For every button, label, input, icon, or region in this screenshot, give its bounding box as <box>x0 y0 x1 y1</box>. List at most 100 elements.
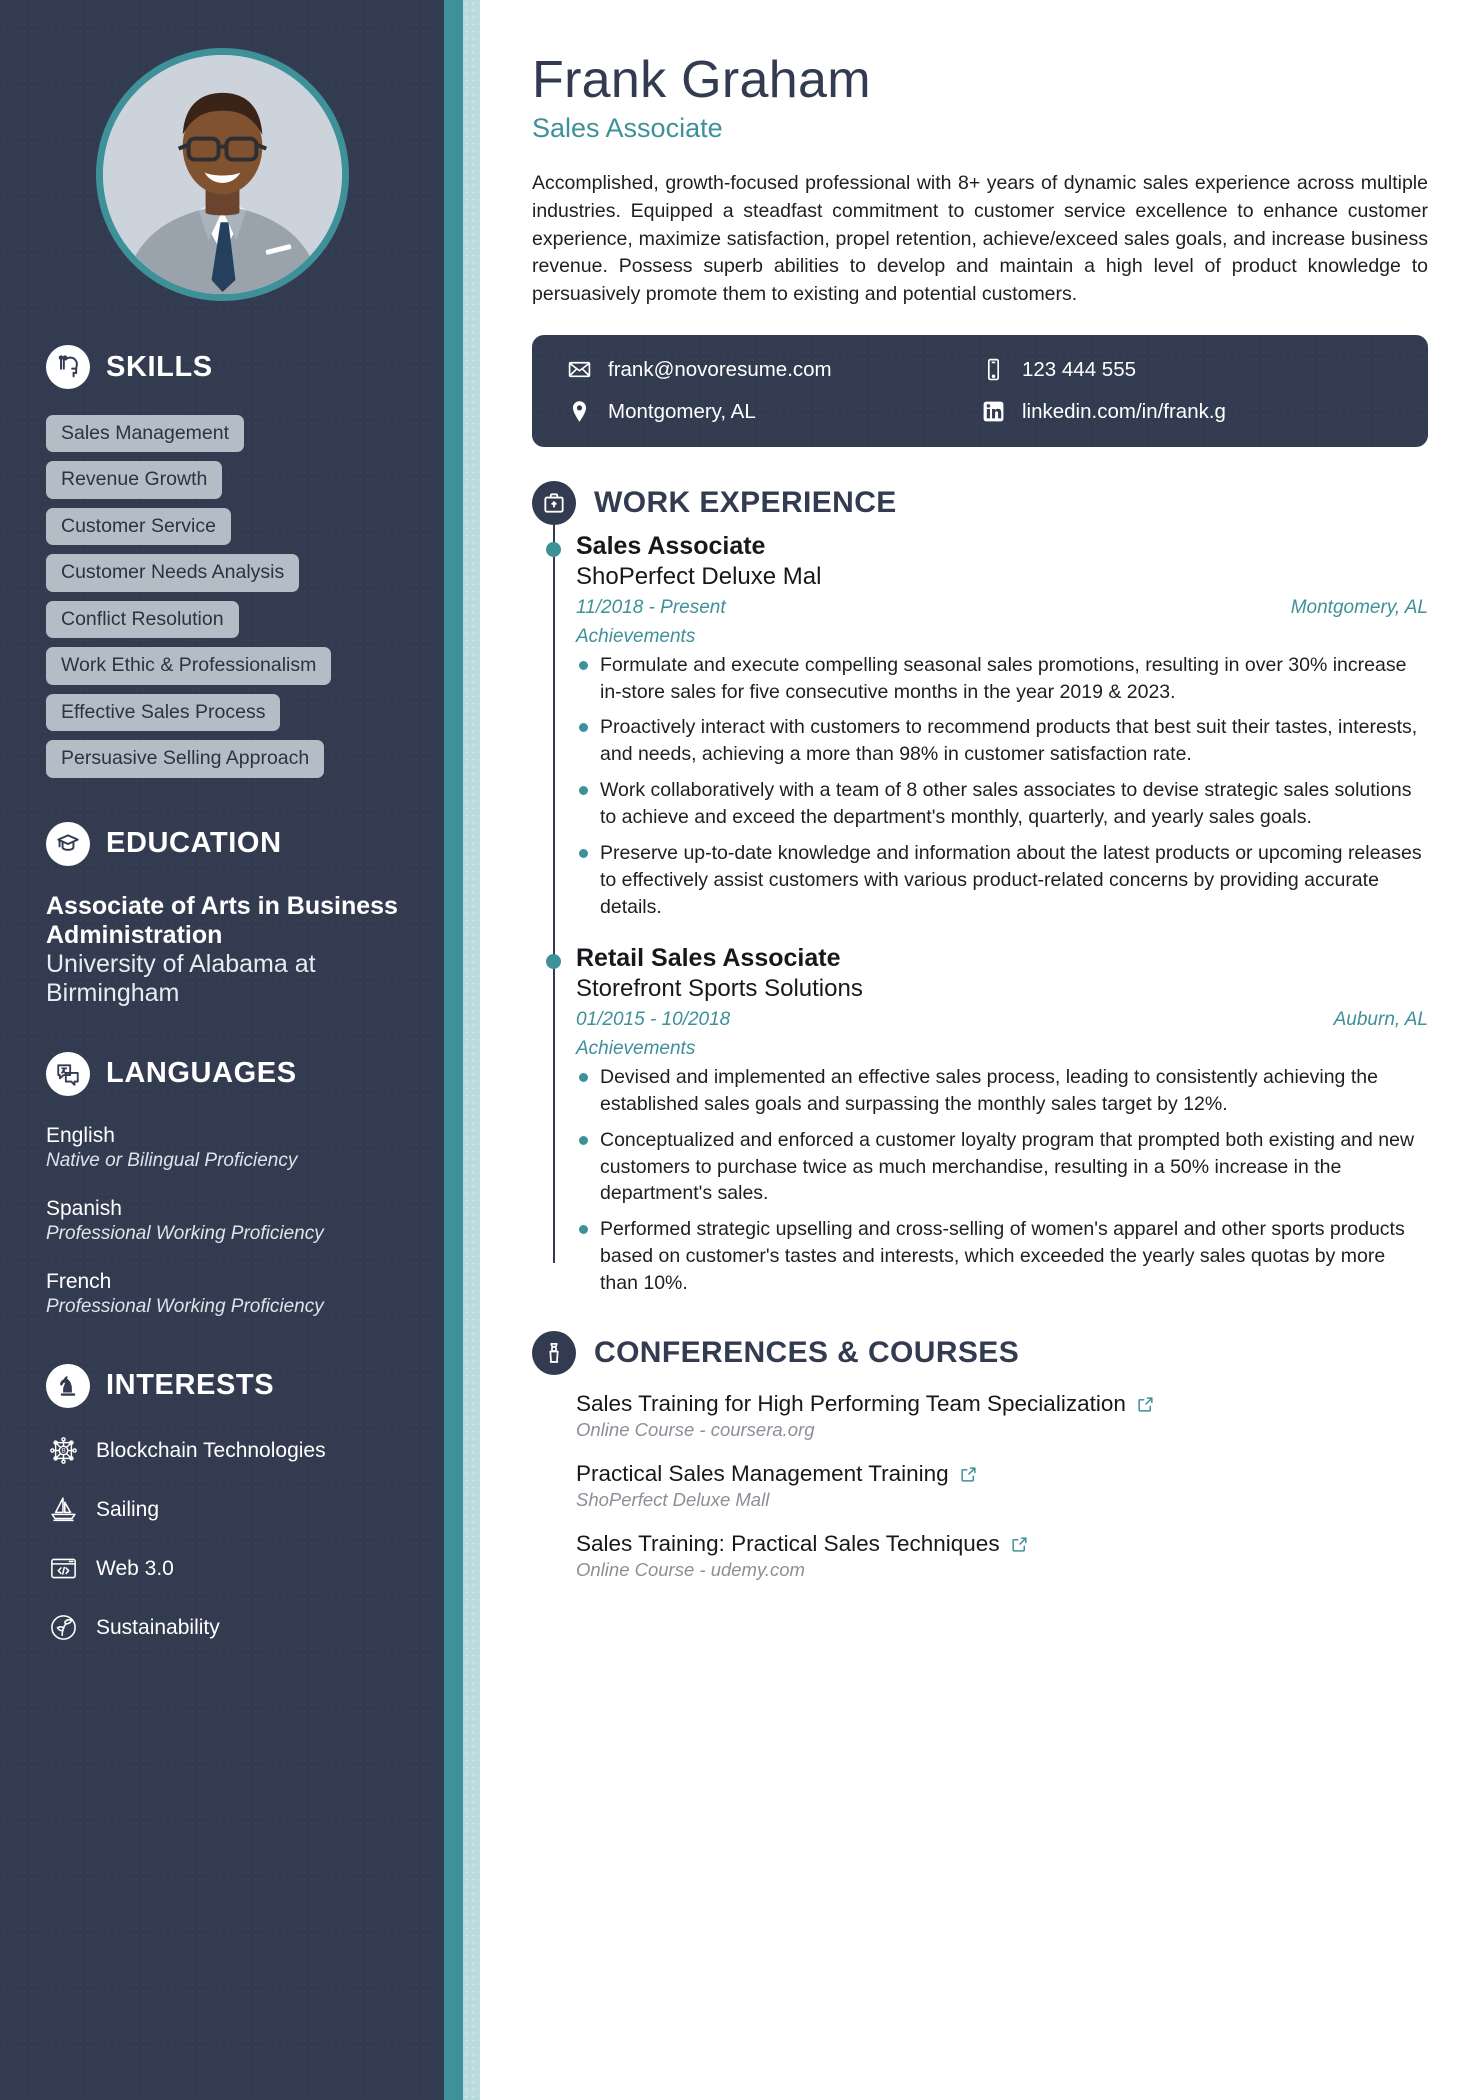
bullet-item: Formulate and execute compelling seasona… <box>576 652 1428 706</box>
conferences-heading-row: CONFERENCES & COURSES <box>532 1331 1428 1376</box>
contact-linkedin-text: linkedin.com/in/frank.g <box>1022 399 1226 423</box>
interest-item: Sustainability <box>46 1611 444 1645</box>
course-title-row[interactable]: Sales Training for High Performing Team … <box>576 1391 1155 1417</box>
award-trophy-icon <box>532 1331 576 1376</box>
graduation-cap-icon <box>46 821 90 866</box>
external-link-icon[interactable] <box>1136 1395 1155 1414</box>
accent-strip-teal <box>444 0 463 2100</box>
languages-heading-row: LANGUAGES <box>46 1051 444 1096</box>
page-title: Frank Graham <box>532 51 871 109</box>
sidebar-section-languages: LANGUAGES English Native or Bilingual Pr… <box>0 1051 444 1320</box>
skill-pill: Conflict Resolution <box>46 600 239 639</box>
profile-photo-illustration <box>102 55 342 294</box>
interest-label: Blockchain Technologies <box>96 1438 326 1462</box>
skills-heading-row: SKILLS <box>46 345 444 389</box>
contact-location: Montgomery, AL <box>566 399 980 425</box>
linkedin-icon <box>980 399 1006 425</box>
skills-head-gear-icon <box>46 345 90 389</box>
language-name: French <box>46 1269 112 1293</box>
sidebar-section-education: EDUCATION Associate of Arts in Business … <box>0 821 444 1008</box>
chess-knight-icon <box>46 1363 90 1408</box>
interest-label: Sustainability <box>96 1615 220 1639</box>
external-link-icon[interactable] <box>1010 1535 1029 1554</box>
skill-pill: Work Ethic & Professionalism <box>46 647 332 685</box>
work-experience-heading-row: WORK EXPERIENCE <box>532 480 1428 525</box>
bullet-item: Performed strategic upselling and cross-… <box>576 1216 1428 1297</box>
sustainability-leaf-icon <box>46 1611 80 1645</box>
education-heading-row: EDUCATION <box>46 821 444 866</box>
work-entry-location: Auburn, AL <box>1333 1008 1428 1030</box>
course-item: Sales Training: Practical Sales Techniqu… <box>576 1531 1428 1581</box>
skill-pill: Effective Sales Process <box>46 693 281 732</box>
course-title: Practical Sales Management Training <box>576 1461 949 1487</box>
skills-list: Sales Management Revenue Growth Customer… <box>46 415 444 778</box>
course-title: Sales Training for High Performing Team … <box>576 1391 1126 1417</box>
work-entry-bullets: Devised and implemented an effective sal… <box>576 1064 1428 1297</box>
language-name: Spanish <box>46 1196 122 1220</box>
course-title: Sales Training: Practical Sales Techniqu… <box>576 1531 1000 1557</box>
avatar <box>95 48 349 301</box>
skill-pill: Customer Service <box>46 507 231 546</box>
work-experience-heading: WORK EXPERIENCE <box>594 485 897 519</box>
work-entry-bullets: Formulate and execute compelling seasona… <box>576 652 1428 921</box>
interest-item: Web 3.0 <box>46 1552 444 1586</box>
skill-pill: Customer Needs Analysis <box>46 554 300 592</box>
language-item: Spanish Professional Working Proficiency <box>46 1195 444 1247</box>
language-level: Professional Working Proficiency <box>46 1223 324 1245</box>
achievements-label: Achievements <box>576 625 696 647</box>
job-title: Sales Associate <box>532 113 723 144</box>
language-item: French Professional Working Proficiency <box>46 1268 444 1320</box>
contact-linkedin[interactable]: linkedin.com/in/frank.g <box>980 399 1394 425</box>
course-title-row[interactable]: Practical Sales Management Training <box>576 1461 978 1487</box>
interests-heading-row: INTERESTS <box>46 1363 444 1408</box>
mobile-phone-icon <box>980 357 1006 383</box>
contact-phone[interactable]: 123 444 555 <box>980 357 1394 383</box>
course-item: Sales Training for High Performing Team … <box>576 1391 1428 1441</box>
contact-box: frank@novoresume.com 123 444 555 Montgom… <box>532 334 1428 447</box>
language-level: Professional Working Proficiency <box>46 1296 324 1318</box>
work-entry: Sales Associate ShoPerfect Deluxe Mal 11… <box>546 531 1428 921</box>
contact-email[interactable]: frank@novoresume.com <box>566 357 980 383</box>
blockchain-icon: B <box>46 1434 80 1468</box>
work-entry-company: Storefront Sports Solutions <box>576 974 863 1002</box>
achievements-label: Achievements <box>576 1037 696 1059</box>
work-experience-timeline: Sales Associate ShoPerfect Deluxe Mal 11… <box>532 516 1428 1297</box>
bullet-item: Preserve up-to-date knowledge and inform… <box>576 840 1428 921</box>
accent-strip-light-teal <box>463 0 480 2100</box>
svg-text:B: B <box>61 1448 65 1455</box>
language-name: English <box>46 1123 115 1147</box>
interest-label: Sailing <box>96 1497 160 1521</box>
map-pin-icon <box>566 399 592 425</box>
skill-pill: Revenue Growth <box>46 461 223 499</box>
translate-icon <box>46 1051 90 1096</box>
work-entry-meta: 11/2018 - Present Montgomery, AL <box>576 597 1428 619</box>
bullet-item: Devised and implemented an effective sal… <box>576 1064 1428 1118</box>
code-window-icon <box>46 1552 80 1586</box>
conferences-heading: CONFERENCES & COURSES <box>594 1336 1020 1370</box>
work-entry: Retail Sales Associate Storefront Sports… <box>546 943 1428 1297</box>
work-entry-dates: 11/2018 - Present <box>576 596 726 618</box>
conferences-list: Sales Training for High Performing Team … <box>532 1391 1428 1581</box>
sidebar-section-interests: INTERESTS B Blockchain Technologies Sail… <box>0 1363 444 1645</box>
work-entry-title: Sales Associate <box>576 531 766 560</box>
external-link-icon[interactable] <box>959 1465 978 1484</box>
interest-label: Web 3.0 <box>96 1556 174 1580</box>
bullet-item: Work collaboratively with a team of 8 ot… <box>576 777 1428 831</box>
work-entry-company: ShoPerfect Deluxe Mal <box>576 562 822 590</box>
skill-pill: Sales Management <box>46 415 245 453</box>
work-entry-location: Montgomery, AL <box>1290 596 1428 618</box>
education-degree: Associate of Arts in Business Administra… <box>46 891 398 949</box>
contact-phone-text: 123 444 555 <box>1022 357 1137 381</box>
course-subtitle: Online Course - udemy.com <box>576 1559 805 1581</box>
skills-heading: SKILLS <box>106 350 213 383</box>
work-entry-dates: 01/2015 - 10/2018 <box>576 1008 731 1030</box>
course-subtitle: ShoPerfect Deluxe Mall <box>576 1489 770 1511</box>
contact-email-text: frank@novoresume.com <box>608 357 832 381</box>
interest-item: Sailing <box>46 1493 444 1527</box>
course-subtitle: Online Course - coursera.org <box>576 1419 815 1441</box>
course-title-row[interactable]: Sales Training: Practical Sales Techniqu… <box>576 1531 1029 1557</box>
bullet-item: Proactively interact with customers to r… <box>576 714 1428 768</box>
work-entry-meta: 01/2015 - 10/2018 Auburn, AL <box>576 1009 1428 1031</box>
envelope-icon <box>566 357 592 383</box>
languages-heading: LANGUAGES <box>106 1057 297 1090</box>
